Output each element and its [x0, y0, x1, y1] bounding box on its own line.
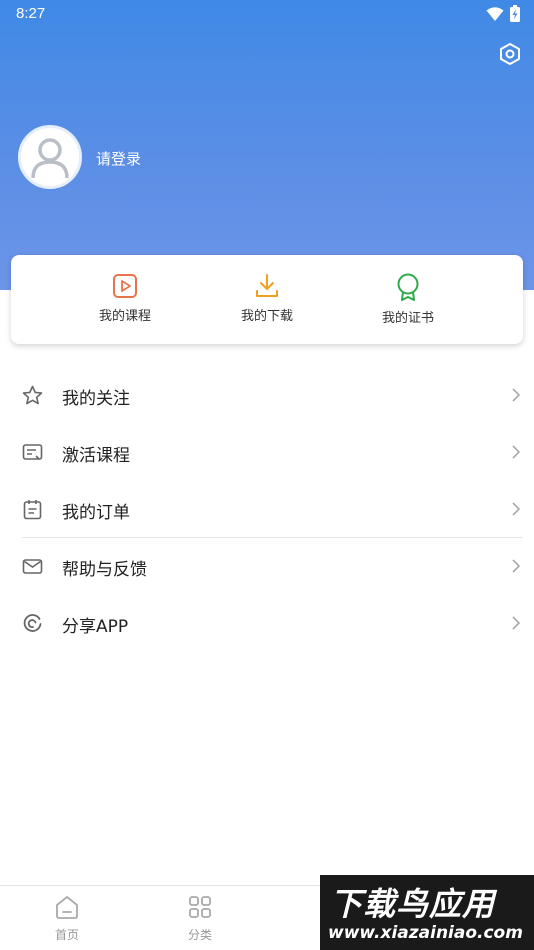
- status-time: 8:27: [16, 5, 46, 22]
- chevron-right-icon: [512, 559, 521, 573]
- star-icon: [22, 385, 43, 405]
- wifi-icon: [486, 6, 504, 21]
- menu-item-share-app[interactable]: 分享APP: [0, 595, 534, 652]
- settings-hex-icon: [500, 43, 520, 65]
- status-bar: 8:27: [0, 0, 534, 28]
- order-icon: [23, 500, 42, 520]
- share-icon: [23, 614, 42, 632]
- activate-icon: [22, 444, 43, 460]
- tab-home[interactable]: 首页: [27, 894, 107, 943]
- download-icon: [256, 274, 278, 297]
- settings-button[interactable]: [498, 42, 522, 66]
- quick-actions-card: 我的课程 我的下载 我的证书: [11, 255, 523, 344]
- tab-category-label: 分类: [187, 928, 212, 942]
- my-certificates-button[interactable]: 我的证书: [353, 273, 463, 326]
- user-icon: [31, 138, 69, 179]
- login-prompt[interactable]: 请登录: [96, 148, 141, 169]
- watermark-logo: 下载鸟应用 www.xiazainiao.com: [320, 875, 534, 950]
- status-icons: [486, 5, 520, 22]
- my-certificates-label: 我的证书: [381, 311, 434, 326]
- grid-icon: [189, 896, 211, 918]
- watermark-title: 下载鸟应用: [330, 885, 496, 923]
- menu-label-follows: 我的关注: [62, 389, 130, 409]
- chevron-right-icon: [512, 502, 521, 516]
- battery-icon: [510, 5, 520, 22]
- tab-category[interactable]: 分类: [160, 894, 240, 943]
- my-courses-label: 我的课程: [98, 309, 151, 324]
- menu-item-follows[interactable]: 我的关注: [0, 367, 534, 424]
- watermark-url: www.xiazainiao.com: [328, 923, 523, 943]
- play-square-icon: [113, 274, 137, 298]
- chevron-right-icon: [512, 616, 521, 630]
- home-icon: [56, 896, 78, 919]
- tab-home-label: 首页: [54, 928, 79, 942]
- menu-item-help-feedback[interactable]: 帮助与反馈: [0, 538, 534, 595]
- chevron-right-icon: [512, 445, 521, 459]
- menu-label-orders: 我的订单: [62, 503, 130, 523]
- menu-label-activate-course: 激活课程: [62, 446, 130, 466]
- my-downloads-label: 我的下载: [240, 309, 293, 324]
- profile-header: [0, 0, 534, 290]
- avatar[interactable]: [18, 125, 82, 189]
- medal-icon: [397, 273, 419, 301]
- my-downloads-button[interactable]: 我的下载: [212, 273, 322, 324]
- menu-item-orders[interactable]: 我的订单: [0, 481, 534, 538]
- menu-item-activate-course[interactable]: 激活课程: [0, 424, 534, 481]
- chevron-right-icon: [512, 388, 521, 402]
- menu-label-help-feedback: 帮助与反馈: [62, 560, 147, 580]
- mail-icon: [22, 559, 43, 574]
- my-courses-button[interactable]: 我的课程: [70, 273, 180, 324]
- menu-label-share-app: 分享APP: [62, 617, 129, 637]
